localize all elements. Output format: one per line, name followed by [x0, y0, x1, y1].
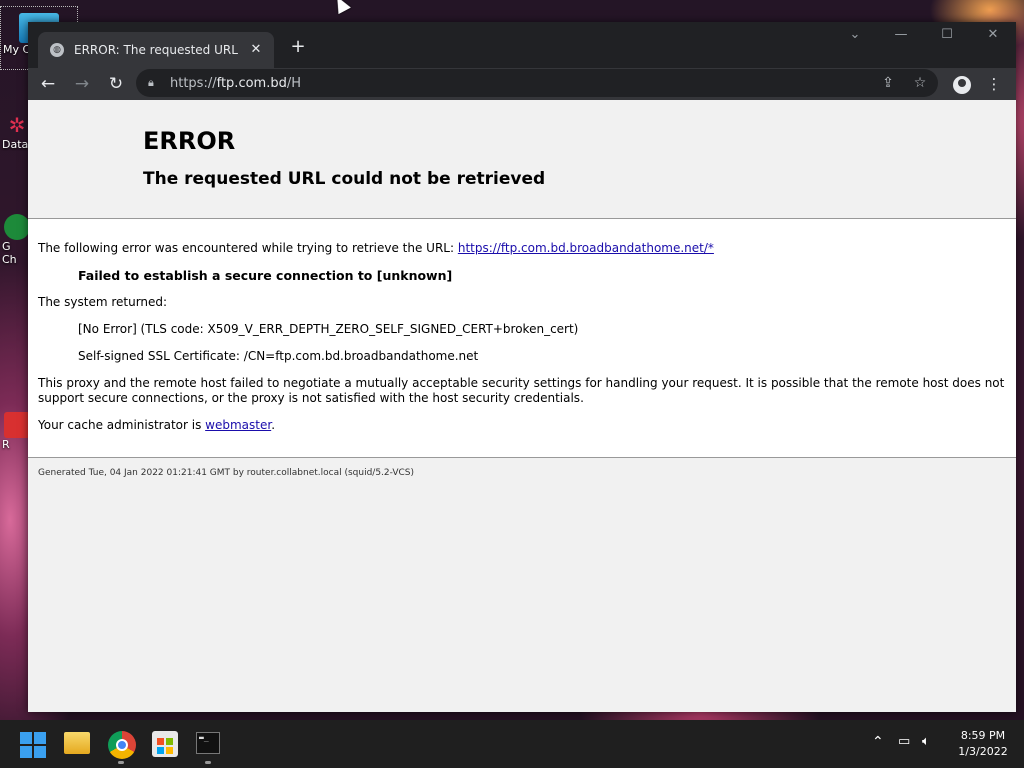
network-icon[interactable]: ▭ [898, 734, 910, 749]
explanation-paragraph: This proxy and the remote host failed to… [38, 376, 1005, 405]
system-returned-label: The system returned: [38, 295, 168, 309]
kebab-menu-icon[interactable]: ⋮ [980, 70, 1008, 98]
requested-url-link[interactable]: https://ftp.com.bd.broadbandathome.net/* [458, 241, 714, 255]
page-title: ERROR [143, 127, 236, 155]
app-icon [4, 412, 30, 438]
url-scheme: https:// [170, 75, 217, 91]
page-subtitle: The requested URL could not be retrieved [143, 169, 546, 189]
start-button[interactable] [20, 732, 46, 758]
windows-logo-tile [34, 732, 46, 744]
desktop-icon-r[interactable]: R [0, 412, 30, 451]
reload-button[interactable]: ↻ [102, 70, 130, 98]
tab-search-icon[interactable]: ⌄ [832, 22, 878, 50]
reload-icon: ↻ [108, 74, 124, 94]
arrow-left-icon: ← [40, 74, 56, 94]
running-indicator [118, 761, 124, 764]
tab-strip: ◍ ERROR: The requested URL could ✕ + ⌄ —… [28, 22, 1016, 68]
close-window-button[interactable]: ✕ [970, 22, 1016, 50]
clock-time: 8:59 PM [960, 729, 1006, 742]
url-host: ftp.com.bd [216, 75, 287, 91]
globe-icon: ◍ [50, 43, 64, 57]
chrome-icon[interactable] [108, 731, 136, 759]
windows-logo-icon [20, 732, 32, 744]
desktop-icon-chrome[interactable]: G Ch [0, 214, 30, 266]
admin-prefix: Your cache administrator is [38, 418, 206, 432]
browser-tab[interactable]: ◍ ERROR: The requested URL could ✕ [38, 32, 274, 68]
browser-window: ◍ ERROR: The requested URL could ✕ + ⌄ —… [28, 22, 1016, 712]
lock-icon[interactable]: 🔒︎ [148, 76, 160, 90]
clock-date: 1/3/2022 [958, 745, 1008, 758]
error-header: ERROR The requested URL could not be ret… [28, 100, 1016, 219]
profile-button[interactable] [948, 70, 976, 98]
tab-title: ERROR: The requested URL could [74, 43, 240, 57]
page-footer: Generated Tue, 04 Jan 2022 01:21:41 GMT … [38, 468, 415, 478]
minimize-button[interactable]: — [878, 22, 924, 50]
forward-button[interactable]: → [68, 70, 96, 98]
new-tab-button[interactable]: + [286, 36, 310, 60]
page-content: ERROR The requested URL could not be ret… [28, 100, 1016, 712]
webmaster-link[interactable]: webmaster [205, 418, 271, 432]
windows-logo-tile [34, 746, 46, 758]
taskbar: ▬_ ⌃ ▭ 🔈︎ 8:59 PM 1/3/2022 [0, 720, 1024, 768]
file-explorer-icon[interactable] [64, 732, 90, 754]
failure-message: Failed to establish a secure connection … [78, 268, 453, 283]
shortcut-icon: ✲ [8, 113, 26, 137]
running-indicator [205, 761, 211, 764]
tls-error-text: [No Error] (TLS code: X509_V_ERR_DEPTH_Z… [78, 322, 579, 336]
volume-icon[interactable]: 🔈︎ [922, 734, 930, 749]
chrome-icon [4, 214, 30, 240]
address-bar[interactable]: 🔒︎ https://ftp.com.bd/H ⇪ ☆ [136, 69, 938, 97]
intro-paragraph: The following error was encountered whil… [38, 241, 1006, 256]
profile-icon [953, 75, 971, 94]
tab-close-icon[interactable]: ✕ [248, 42, 264, 58]
terminal-icon[interactable]: ▬_ [196, 732, 220, 754]
microsoft-store-icon[interactable] [152, 731, 178, 757]
certificate-info-text: Self-signed SSL Certificate: /CN=ftp.com… [78, 349, 479, 363]
error-body: The following error was encountered whil… [28, 219, 1016, 458]
admin-suffix: . [271, 418, 276, 432]
back-button[interactable]: ← [34, 70, 62, 98]
star-icon[interactable]: ☆ [910, 73, 930, 93]
share-icon[interactable]: ⇪ [878, 73, 898, 93]
system-clock[interactable]: 8:59 PM 1/3/2022 [948, 728, 1018, 760]
arrow-right-icon: → [74, 74, 90, 94]
chevron-up-icon[interactable]: ⌃ [872, 734, 884, 750]
url-path: /H [286, 75, 301, 91]
browser-toolbar: ← → ↻ 🔒︎ https://ftp.com.bd/H ⇪ ☆ ⋮ [28, 68, 1016, 100]
admin-paragraph: Your cache administrator is webmaster. [38, 418, 1006, 433]
windows-logo-tile [20, 746, 32, 758]
maximize-button[interactable]: ☐ [924, 22, 970, 50]
desktop-icon-data[interactable]: ✲ Data [0, 112, 30, 151]
intro-text: The following error was encountered whil… [38, 241, 458, 255]
